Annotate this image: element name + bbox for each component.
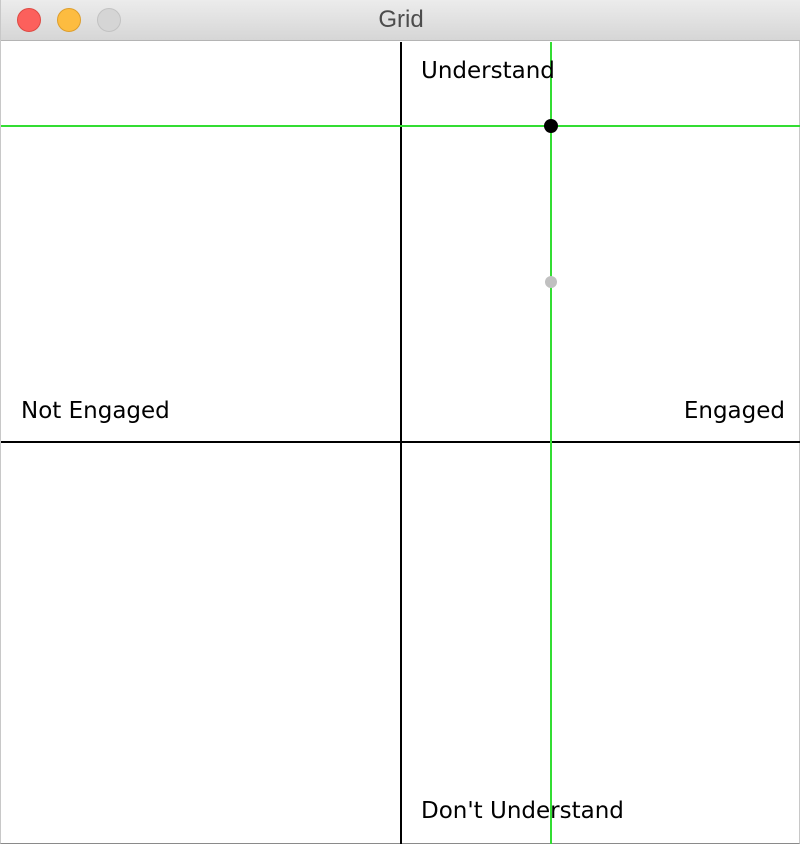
title-bar[interactable]: Grid xyxy=(1,0,800,41)
grid-canvas[interactable]: Understand Don't Understand Not Engaged … xyxy=(1,42,800,844)
current-position-marker[interactable] xyxy=(544,119,558,133)
grid-drawing[interactable] xyxy=(1,42,800,844)
previous-position-marker xyxy=(545,276,557,288)
grid-window: Grid Understand Don't Understand Not Eng… xyxy=(0,0,800,844)
understand-label: Understand xyxy=(421,58,555,84)
window-title: Grid xyxy=(378,6,424,33)
dont-understand-label: Don't Understand xyxy=(421,798,624,824)
not-engaged-label: Not Engaged xyxy=(21,398,170,424)
engaged-label: Engaged xyxy=(683,398,785,424)
